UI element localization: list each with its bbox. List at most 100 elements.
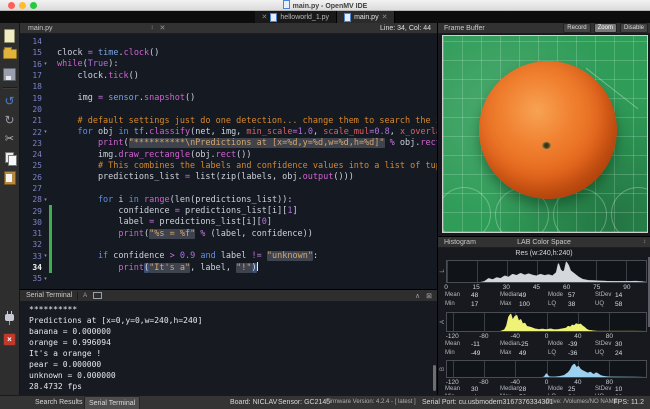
serial-terminal-output[interactable]: **********Predictions at [x=0,y=0,w=240,…: [20, 301, 437, 395]
code-line: 29 confidence = predictions_list[i][1]: [20, 205, 437, 216]
line-number: 32: [20, 240, 42, 249]
code-text: img.draw_rectangle(obj.rect()): [52, 150, 252, 160]
serial-terminal-title: Serial Terminal: [26, 292, 72, 299]
serial-terminal-toggle[interactable]: Serial Terminal: [84, 396, 140, 409]
cut-button[interactable]: ✂: [3, 133, 16, 146]
combo-arrows-icon[interactable]: ↕: [151, 25, 154, 31]
font-size-icon[interactable]: A: [83, 293, 87, 299]
code-text: if confidence > 0.9 and label != "unknow…: [52, 251, 318, 261]
code-editor[interactable]: 1415clock = time.clock()16▾while(True):1…: [20, 34, 437, 291]
frame-buffer-title: Frame Buffer: [444, 25, 485, 32]
toolbar-divider: [3, 87, 17, 89]
line-number: 22: [20, 128, 42, 137]
serial-line: pear = 0.000000: [29, 359, 437, 370]
cursor-position: Line: 34, Col: 44: [380, 25, 431, 32]
code-text: confidence = predictions_list[i][1]: [52, 206, 298, 216]
colorspace-select[interactable]: LAB Color Space: [438, 239, 650, 246]
line-number: 29: [20, 207, 42, 216]
window-icon[interactable]: [93, 292, 102, 299]
serial-line: orange = 0.996094: [29, 337, 437, 348]
open-file-button[interactable]: [3, 49, 16, 62]
histogram-plot-B: [446, 360, 647, 378]
stop-script-icon: ×: [3, 333, 16, 346]
window-title: main.py - OpenMV IDE: [0, 0, 650, 11]
save-file-button[interactable]: [3, 68, 16, 81]
histogram-plot-L: [446, 260, 647, 283]
zoom-button[interactable]: Zoom: [594, 23, 617, 33]
resolution-label: Res (w:240,h:240): [438, 250, 650, 257]
serial-scrollbar[interactable]: [433, 365, 436, 391]
line-number: 33: [20, 252, 42, 261]
line-number: 24: [20, 150, 42, 159]
code-line: 20: [20, 104, 437, 115]
redo-button[interactable]: ↻: [3, 114, 16, 127]
code-text: clock = time.clock(): [52, 48, 159, 58]
fold-marker-icon[interactable]: ▾: [42, 129, 49, 135]
undo-button[interactable]: ↺: [3, 95, 16, 108]
code-line: 30 label = predictions_list[i][0]: [20, 217, 437, 228]
stop-script-button[interactable]: ×: [3, 333, 16, 346]
collapse-panel-icon[interactable]: ∧: [415, 292, 420, 300]
divider: [77, 292, 78, 300]
frame-buffer-header: Frame Buffer Record ZoomDisable: [438, 23, 650, 34]
disable-button[interactable]: Disable: [620, 23, 648, 33]
serial-line: unknown = 0.000000: [29, 370, 437, 381]
editor-header: main.py ↕ ✕ Line: 34, Col: 44: [20, 23, 437, 34]
tab-helloworld_1.py[interactable]: ✕helloworld_1.py: [255, 11, 338, 23]
line-number: 20: [20, 105, 42, 114]
histogram-axis: -120-80-4004080: [446, 379, 647, 386]
connect-button[interactable]: [3, 314, 16, 327]
code-text: clock.tick(): [52, 71, 139, 81]
change-bar: [49, 104, 52, 115]
detach-panel-icon[interactable]: ⊠: [426, 292, 432, 300]
paste-icon: [4, 171, 16, 185]
code-line: 26 predictions_list = list(zip(labels, o…: [20, 172, 437, 183]
openmv-ide-window: main.py - OpenMV IDE ✕helloworld_1.pymai…: [0, 0, 650, 409]
frame-buffer-image[interactable]: [442, 35, 648, 233]
change-bar: [49, 36, 52, 47]
fold-marker-icon[interactable]: ▾: [42, 61, 49, 67]
fold-marker-icon[interactable]: ▾: [42, 253, 49, 259]
orange-fruit: [479, 61, 617, 199]
line-number: 26: [20, 173, 42, 182]
code-line: 15clock = time.clock(): [20, 47, 437, 58]
file-icon: [270, 13, 277, 22]
paste-button[interactable]: [3, 171, 16, 184]
code-line: 18: [20, 81, 437, 92]
histogram-plot-A: [446, 312, 647, 332]
serial-line: **********: [29, 304, 437, 315]
fps-status: FPS: 11.2: [613, 396, 644, 409]
close-tab-icon[interactable]: ✕: [382, 14, 388, 21]
histogram-stats-row: Mean48Median49Mode57StDev14: [438, 292, 650, 301]
orange-stem: [542, 142, 551, 149]
copy-button[interactable]: [3, 152, 16, 165]
tab-label: main.py: [354, 14, 379, 21]
histogram-axis: 0153045607590: [446, 284, 647, 291]
tab-main.py[interactable]: main.py✕: [337, 11, 395, 23]
close-tab-icon[interactable]: ✕: [262, 14, 268, 21]
open-file-combo[interactable]: main.py: [28, 25, 53, 32]
histogram-header: Histogram LAB Color Space ↕: [438, 236, 650, 248]
code-line: 16▾while(True):: [20, 59, 437, 70]
change-bar: [49, 273, 52, 284]
serial-terminal-header: Serial Terminal A ∧ ⊠: [20, 289, 437, 301]
code-line: 28▾ for i in range(len(predictions_list)…: [20, 194, 437, 205]
tab-bar: ✕helloworld_1.pymain.py✕: [0, 11, 650, 23]
code-line: 27: [20, 183, 437, 194]
status-bar: Search Results Serial Terminal Board: NI…: [0, 395, 650, 409]
histogram-stats-row: Mean-11Median-25Mode-39StDev30: [438, 341, 650, 350]
code-line: 21 # default settings just do one detect…: [20, 115, 437, 126]
histogram-body: Res (w:240,h:240) L0153045607590Mean48Me…: [438, 249, 650, 395]
line-number: 30: [20, 218, 42, 227]
serial-line: Predictions at [x=0,y=0,w=240,h=240]: [29, 315, 437, 326]
copy-icon: [5, 152, 14, 163]
close-editor-icon[interactable]: ✕: [160, 24, 166, 32]
search-results-toggle[interactable]: Search Results: [35, 396, 82, 409]
title-bar: main.py - OpenMV IDE: [0, 0, 650, 11]
record-button[interactable]: Record: [563, 23, 590, 33]
new-file-button[interactable]: [3, 29, 16, 42]
code-text: for i in range(len(predictions_list)):: [52, 195, 292, 205]
fold-marker-icon[interactable]: ▾: [42, 276, 49, 282]
code-line: 23 print("**********\nPredictions at [x=…: [20, 138, 437, 149]
fold-marker-icon[interactable]: ▾: [42, 197, 49, 203]
